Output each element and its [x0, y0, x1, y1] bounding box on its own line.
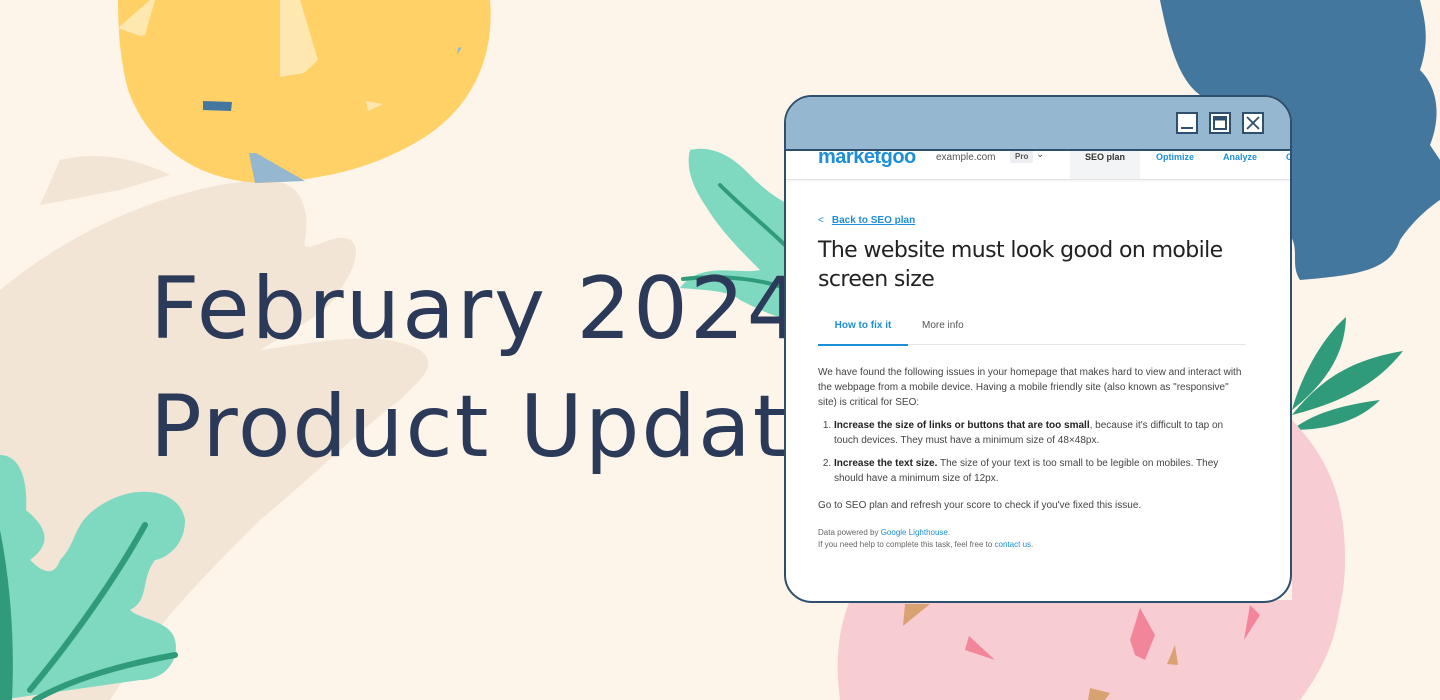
- help-prefix: If you need help to complete this task, …: [818, 540, 995, 549]
- issues-list: Increase the size of links or buttons th…: [818, 418, 1246, 486]
- intro-paragraph: We have found the following issues in yo…: [818, 367, 1242, 408]
- confetti-shape: [203, 101, 232, 111]
- pink-circle-shape: [1292, 420, 1345, 700]
- maximize-button[interactable]: [1209, 112, 1231, 134]
- page-title: The website must look good on mobile scr…: [818, 238, 1223, 292]
- minimize-icon: [1181, 127, 1193, 129]
- beige-brush-shape: [40, 155, 170, 205]
- tab-bar: How to fix it More info: [818, 316, 1246, 346]
- refresh-note: Go to SEO plan and refresh your score to…: [818, 500, 1142, 511]
- back-link[interactable]: < Back to SEO plan: [818, 215, 1246, 226]
- list-item: Increase the text size. The size of your…: [834, 456, 1246, 486]
- close-button[interactable]: [1242, 112, 1264, 134]
- contact-us-link[interactable]: contact us: [995, 540, 1031, 549]
- powered-prefix: Data powered by: [818, 528, 881, 537]
- footer-note: Data powered by Google Lighthouse. If yo…: [818, 527, 1246, 551]
- issue-title: Increase the text size.: [834, 458, 938, 469]
- maximize-icon: [1213, 116, 1227, 130]
- app-window: marketgoo example.com Pro ⌄ SEO plan Opt…: [784, 95, 1292, 603]
- chevron-left-icon: <: [818, 215, 824, 226]
- punctuation: .: [1031, 540, 1034, 549]
- punctuation: .: [947, 528, 951, 537]
- tab-how-to-fix[interactable]: How to fix it: [818, 316, 908, 346]
- close-icon: [1246, 116, 1260, 130]
- headline-line-1: February 2024: [150, 259, 804, 359]
- issue-title: Increase the size of links or buttons th…: [834, 420, 1090, 431]
- minimize-button[interactable]: [1176, 112, 1198, 134]
- domain-selector[interactable]: example.com: [936, 152, 995, 163]
- tab-more-info[interactable]: More info: [922, 316, 964, 344]
- headline-line-2: Product Update: [150, 377, 844, 477]
- plan-badge: Pro: [1010, 150, 1034, 163]
- window-titlebar[interactable]: [786, 97, 1290, 151]
- headline: February 2024 Product Update: [150, 250, 843, 486]
- google-lighthouse-link[interactable]: Google Lighthouse: [881, 528, 948, 537]
- page-content: < Back to SEO plan The website must look …: [818, 215, 1246, 551]
- back-link-label[interactable]: Back to SEO plan: [832, 215, 915, 226]
- list-item: Increase the size of links or buttons th…: [834, 418, 1246, 448]
